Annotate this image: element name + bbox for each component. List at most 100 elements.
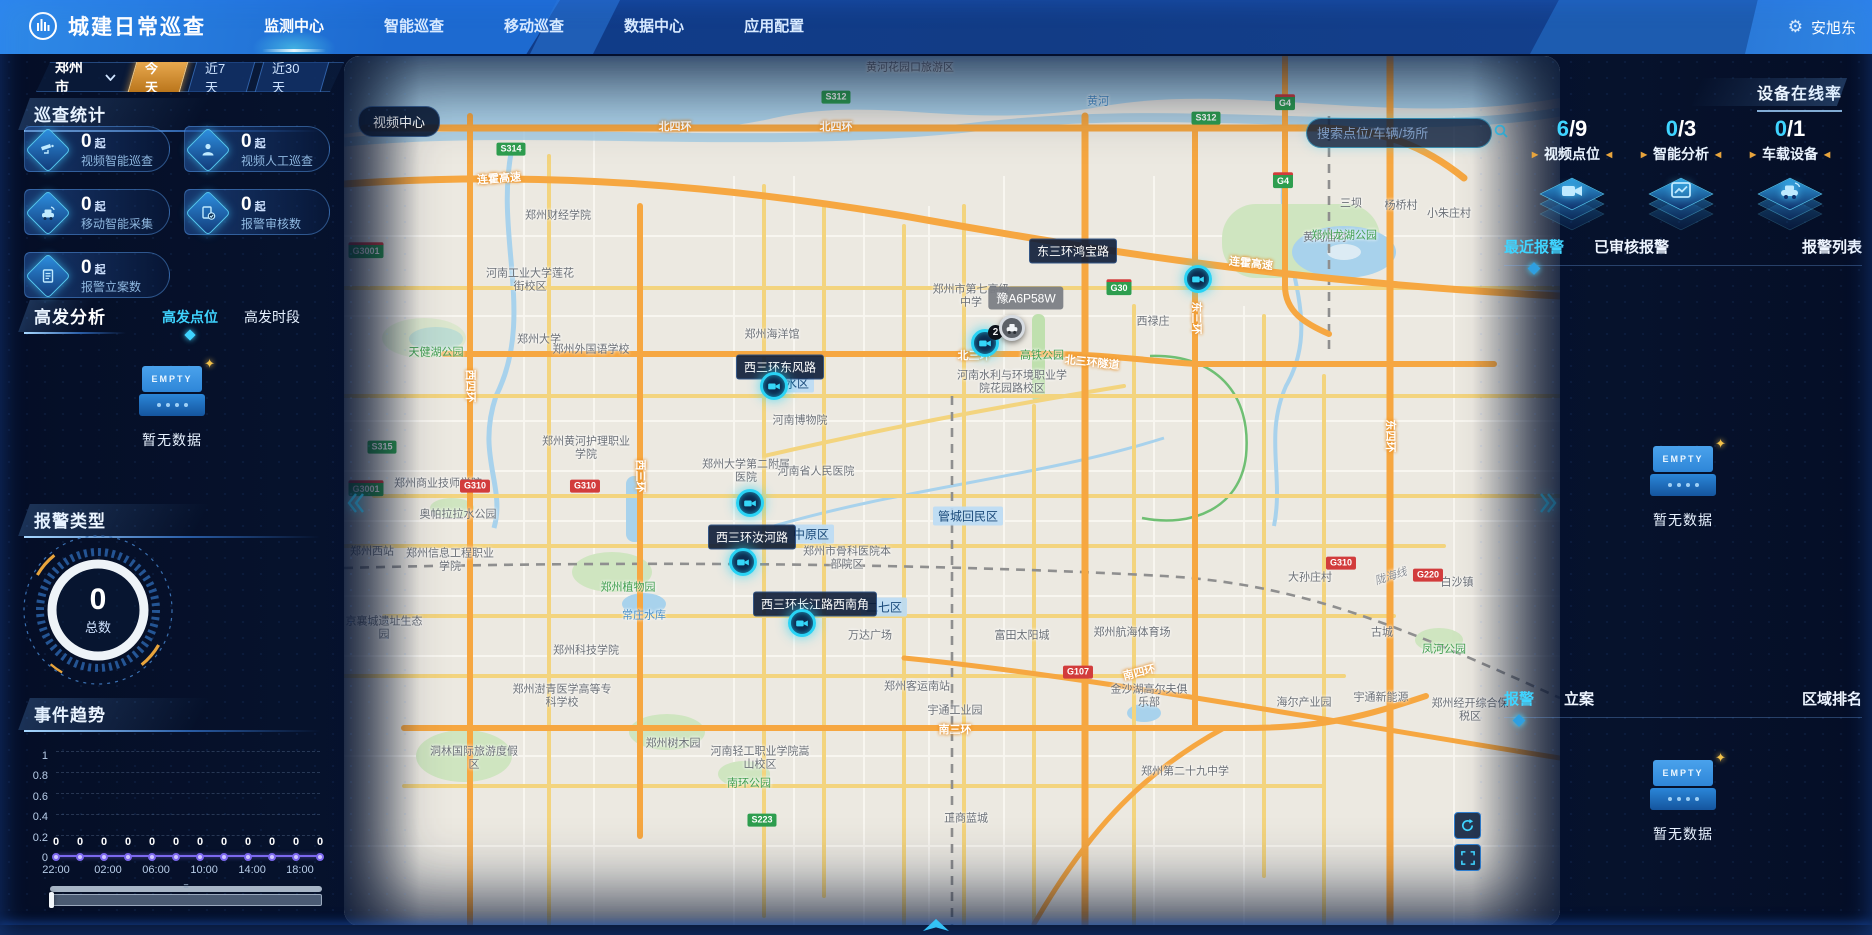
search-input[interactable] — [1317, 126, 1493, 141]
point-value-label: 0 — [245, 836, 251, 848]
tab-reviewed-alarms[interactable]: 已审核报警 — [1594, 236, 1669, 257]
empty-box-icon: EMPTY — [139, 360, 205, 416]
device-label: 视频点位 — [1544, 144, 1600, 164]
vehicle-plate-chip[interactable]: 豫A6P58W — [988, 287, 1063, 310]
stat-value: 0 — [81, 257, 92, 278]
trend-data-point: 0 — [172, 836, 180, 861]
user-name[interactable]: 安旭东 — [1811, 17, 1856, 38]
fullscreen-button[interactable] — [1454, 844, 1481, 871]
vehicle-marker[interactable] — [999, 315, 1025, 341]
city-selector-value: 郑州市 — [55, 57, 97, 97]
point-value-label: 0 — [317, 836, 323, 848]
trend-data-point: 0 — [316, 836, 324, 861]
empty-text: 暂无数据 — [1653, 824, 1713, 844]
camera-marker[interactable] — [788, 609, 816, 637]
city-map[interactable]: 黄河黄河花园口旅游区三坝杨桥村小朱庄村黄岗庙村郑州财经学院河南工业大学莲花街校区… — [344, 56, 1560, 926]
camera-marker[interactable] — [760, 372, 788, 400]
device-label: 车载设备 — [1762, 144, 1818, 164]
camera-marker[interactable]: 2 — [971, 329, 999, 357]
nav-item-app-config[interactable]: 应用配置 — [738, 0, 810, 54]
nav-item-smart-inspection[interactable]: 智能巡查 — [378, 0, 450, 54]
stat-label: 视频人工巡查 — [241, 152, 325, 169]
refresh-button[interactable] — [1454, 812, 1481, 839]
case-empty-state: EMPTY 暂无数据 — [1504, 754, 1862, 844]
point-dot — [244, 853, 252, 861]
y-tick-label: 1 — [42, 751, 48, 761]
trend-data-point: 0 — [196, 836, 204, 861]
stat-value: 0 — [81, 194, 92, 215]
stat-unit: 起 — [255, 138, 266, 150]
section-title-device-online: 设备在线率 — [1757, 80, 1842, 112]
point-dot — [316, 853, 324, 861]
app-logo: 城建日常巡查 — [28, 11, 206, 41]
nav-item-monitor-center[interactable]: 监测中心 — [258, 0, 330, 54]
tab-high-incidence-points[interactable]: 高发点位 — [162, 307, 218, 327]
point-value-label: 0 — [53, 836, 59, 848]
gear-icon[interactable]: ⚙ — [1788, 17, 1803, 37]
patrol-car-icon — [27, 192, 69, 234]
trend-time-scrollbar[interactable] — [50, 886, 322, 906]
refresh-icon — [1460, 818, 1475, 833]
range-button-30days[interactable]: 近30天 — [252, 54, 331, 100]
camera-point-label-chip[interactable]: 西三环汝河路 — [708, 525, 796, 550]
point-value-label: 0 — [197, 836, 203, 848]
city-selector[interactable]: 郑州市 — [47, 57, 124, 97]
stat-card-video-smart: 0起 视频智能巡查 — [24, 126, 170, 172]
online-count: 0 — [1666, 116, 1678, 141]
tab-recent-alarms[interactable]: 最近报警 — [1504, 236, 1564, 257]
trend-data-point: 0 — [244, 836, 252, 861]
point-value-label: 0 — [173, 836, 179, 848]
stat-label: 报警立案数 — [81, 278, 165, 295]
x-tick-label: 02:00 — [94, 864, 122, 876]
trend-data-point: 0 — [52, 836, 60, 861]
camera-point-label-chip[interactable]: 东三环鸿宝路 — [1029, 239, 1117, 264]
smart-analysis-icon — [1642, 172, 1720, 224]
stat-unit: 起 — [95, 201, 106, 213]
user-area: ⚙ 安旭东 — [1788, 0, 1856, 54]
range-button-today[interactable]: 今天 — [125, 54, 190, 100]
camera-marker[interactable] — [729, 548, 757, 576]
tab-alarms[interactable]: 报警 — [1504, 688, 1534, 709]
video-point-icon — [1533, 172, 1611, 224]
device-online-row: 6/9 ▶视频点位◀ 0/3 ▶智能分析◀ 0/1 ▶车载设备◀ — [1504, 116, 1858, 224]
alarm-total-value: 0 — [90, 585, 107, 615]
tab-alarm-list[interactable]: 报警列表 — [1802, 236, 1862, 257]
alarm-total-label: 总数 — [85, 617, 111, 636]
top-header: 城建日常巡查 监测中心 智能巡查 移动巡查 数据中心 应用配置 ⚙ 安旭东 — [0, 0, 1872, 54]
trend-x-axis: 02:0006:0010:0014:0018:0022:00 — [56, 864, 320, 878]
tab-region-ranking[interactable]: 区域排名 — [1802, 688, 1862, 709]
stat-card-video-manual: 0起 视频人工巡查 — [184, 126, 330, 172]
y-tick-label: 0.8 — [33, 771, 48, 781]
online-count: 6 — [1557, 116, 1569, 141]
range-button-7days[interactable]: 近7天 — [185, 54, 257, 100]
y-tick-label: 0 — [42, 853, 48, 863]
total-count: /1 — [1787, 116, 1805, 141]
nav-item-mobile-inspection[interactable]: 移动巡查 — [498, 0, 570, 54]
camera-marker[interactable] — [736, 489, 764, 517]
stat-label: 视频智能巡查 — [81, 152, 165, 169]
marker-layer: 2 — [344, 56, 1560, 926]
left-panel: 郑州市 今天 近7天 近30天 巡查统计 0起 视频智能巡查 0起 视频人工巡查… — [0, 54, 344, 935]
tab-cases[interactable]: 立案 — [1564, 688, 1594, 709]
point-dot — [148, 853, 156, 861]
audit-check-icon — [187, 192, 229, 234]
point-dot — [220, 853, 228, 861]
filter-bar: 郑州市 今天 近7天 近30天 — [36, 62, 344, 92]
camera-point-label-chip[interactable]: 西三环长江路西南角 — [753, 592, 877, 617]
device-label: 智能分析 — [1653, 144, 1709, 164]
video-center-button[interactable]: 视频中心 — [358, 106, 440, 137]
nav-item-data-center[interactable]: 数据中心 — [618, 0, 690, 54]
empty-box-icon: EMPTY — [1650, 440, 1716, 496]
trend-data-point: 0 — [220, 836, 228, 861]
point-dot — [292, 853, 300, 861]
point-value-label: 0 — [269, 836, 275, 848]
stat-value: 0 — [241, 194, 252, 215]
trend-data-point: 0 — [268, 836, 276, 861]
pan-left-chevrons-icon[interactable] — [346, 492, 366, 519]
camera-marker[interactable] — [1184, 265, 1212, 293]
tab-high-incidence-periods[interactable]: 高发时段 — [244, 307, 300, 327]
stat-label: 报警审核数 — [241, 215, 325, 232]
alarm-empty-state: EMPTY 暂无数据 — [1504, 440, 1862, 530]
total-count: /3 — [1678, 116, 1696, 141]
stat-card-alarm-case: 0起 报警立案数 — [24, 252, 170, 298]
